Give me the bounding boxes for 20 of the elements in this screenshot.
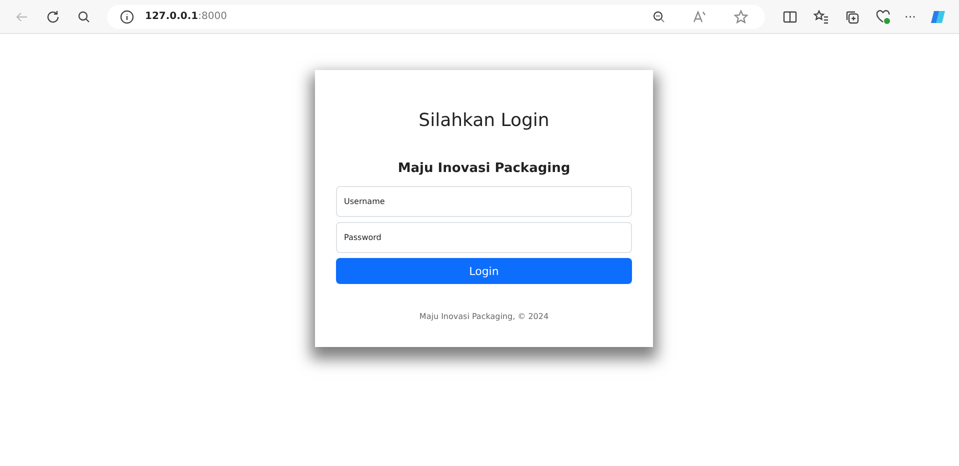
star-icon[interactable] xyxy=(733,8,750,24)
password-field[interactable]: Password xyxy=(336,222,632,253)
heart-check-icon[interactable] xyxy=(875,8,892,24)
company-name: Maju Inovasi Packaging xyxy=(398,161,570,176)
info-icon xyxy=(119,8,135,24)
login-title: Silahkan Login xyxy=(418,110,550,131)
more-button[interactable]: ··· xyxy=(898,10,922,24)
collections-icon[interactable] xyxy=(844,8,860,24)
url-port: :8000 xyxy=(198,11,227,22)
search-icon[interactable] xyxy=(76,8,92,24)
login-button[interactable]: Login xyxy=(336,258,632,284)
address-bar[interactable]: 127.0.0.1:8000 xyxy=(107,4,765,28)
refresh-icon[interactable] xyxy=(44,8,60,24)
read-aloud-icon[interactable] xyxy=(692,8,708,24)
copilot-icon[interactable] xyxy=(930,8,946,24)
url-host: 127.0.0.1 xyxy=(145,11,198,22)
username-field[interactable]: Username xyxy=(336,186,632,217)
footer-text: Maju Inovasi Packaging, © 2024 xyxy=(419,312,549,321)
favorites-icon[interactable] xyxy=(813,8,830,24)
split-screen-icon[interactable] xyxy=(782,8,798,24)
